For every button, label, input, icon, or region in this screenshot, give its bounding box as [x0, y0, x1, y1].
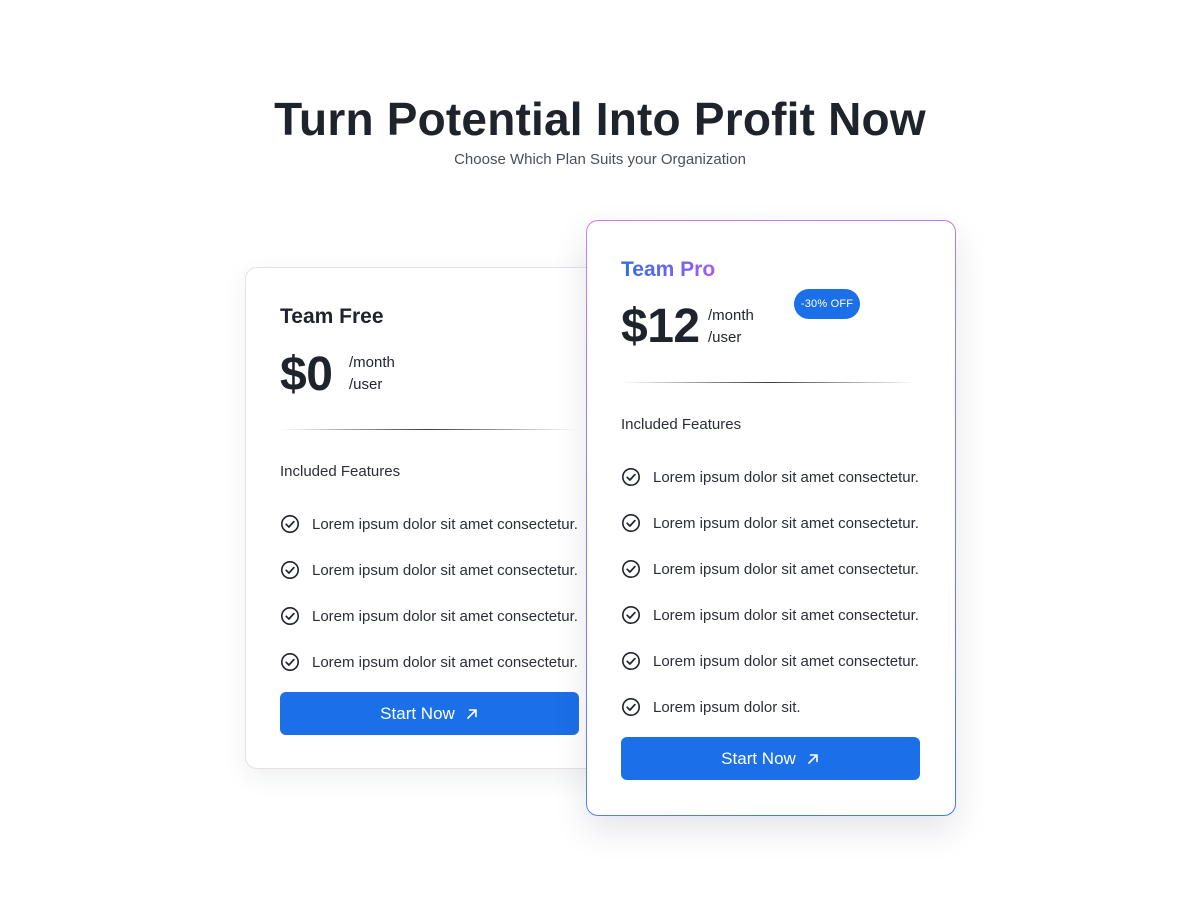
feature-item: Lorem ipsum dolor sit. [621, 684, 919, 730]
feature-text: Lorem ipsum dolor sit amet consectetur. [312, 607, 578, 625]
feature-text: Lorem ipsum dolor sit amet consectetur. [312, 561, 578, 579]
plan-period: /month /user [349, 352, 395, 396]
feature-item: Lorem ipsum dolor sit amet consectetur. [621, 638, 919, 684]
check-circle-icon [622, 606, 640, 624]
plan-price: $0 [280, 348, 333, 401]
check-circle-icon [281, 561, 299, 579]
plan-period: /month /user [708, 305, 754, 349]
start-now-button-free[interactable]: Start Now [280, 692, 579, 735]
arrow-up-right-icon [467, 708, 477, 719]
check-circle-icon [622, 514, 640, 532]
feature-text: Lorem ipsum dolor sit amet consectetur. [312, 653, 578, 671]
feature-item: Lorem ipsum dolor sit amet consectetur. [280, 639, 578, 685]
check-circle-icon [622, 468, 640, 486]
start-now-button-pro[interactable]: Start Now [621, 737, 920, 780]
page-title: Turn Potential Into Profit Now [274, 93, 926, 145]
check-circle-icon [281, 607, 299, 625]
divider [280, 429, 576, 430]
button-label: Start Now [380, 703, 455, 723]
check-circle-icon [622, 560, 640, 578]
feature-text: Lorem ipsum dolor sit amet consectetur. [653, 468, 919, 486]
feature-list: Lorem ipsum dolor sit amet consectetur. … [621, 454, 919, 730]
discount-badge: -30% OFF [794, 289, 860, 319]
check-circle-icon [281, 515, 299, 533]
feature-text: Lorem ipsum dolor sit amet consectetur. [312, 515, 578, 533]
check-circle-icon [622, 698, 640, 716]
feature-item: Lorem ipsum dolor sit amet consectetur. [280, 547, 578, 593]
feature-item: Lorem ipsum dolor sit amet consectetur. [280, 593, 578, 639]
plan-name: Team Free [280, 305, 384, 328]
feature-text: Lorem ipsum dolor sit amet consectetur. [653, 652, 919, 670]
feature-text: Lorem ipsum dolor sit amet consectetur. [653, 514, 919, 532]
period-user: /user [349, 376, 383, 393]
period-user: /user [708, 329, 742, 346]
plan-name: Team Pro [621, 258, 716, 281]
button-label: Start Now [721, 748, 796, 768]
feature-item: Lorem ipsum dolor sit amet consectetur. [621, 546, 919, 592]
feature-list: Lorem ipsum dolor sit amet consectetur. … [280, 501, 578, 685]
feature-text: Lorem ipsum dolor sit amet consectetur. [653, 560, 919, 578]
period-month: /month [349, 354, 395, 371]
feature-item: Lorem ipsum dolor sit amet consectetur. [621, 454, 919, 500]
feature-item: Lorem ipsum dolor sit amet consectetur. [280, 501, 578, 547]
check-circle-icon [281, 653, 299, 671]
plan-card-pro: Team Pro $12 /month /user -30% OFF Inclu… [586, 220, 956, 816]
check-circle-icon [622, 652, 640, 670]
plan-card-free: Team Free $0 /month /user Included Featu… [245, 267, 610, 769]
feature-item: Lorem ipsum dolor sit amet consectetur. [621, 592, 919, 638]
features-label: Included Features [621, 416, 742, 433]
divider [621, 382, 917, 383]
page-subtitle: Choose Which Plan Suits your Organizatio… [454, 151, 746, 168]
plan-price: $12 [621, 300, 700, 353]
feature-item: Lorem ipsum dolor sit amet consectetur. [621, 500, 919, 546]
arrow-up-right-icon [808, 753, 818, 764]
feature-text: Lorem ipsum dolor sit amet consectetur. [653, 606, 919, 624]
features-label: Included Features [280, 463, 401, 480]
feature-text: Lorem ipsum dolor sit. [653, 698, 801, 716]
period-month: /month [708, 307, 754, 324]
